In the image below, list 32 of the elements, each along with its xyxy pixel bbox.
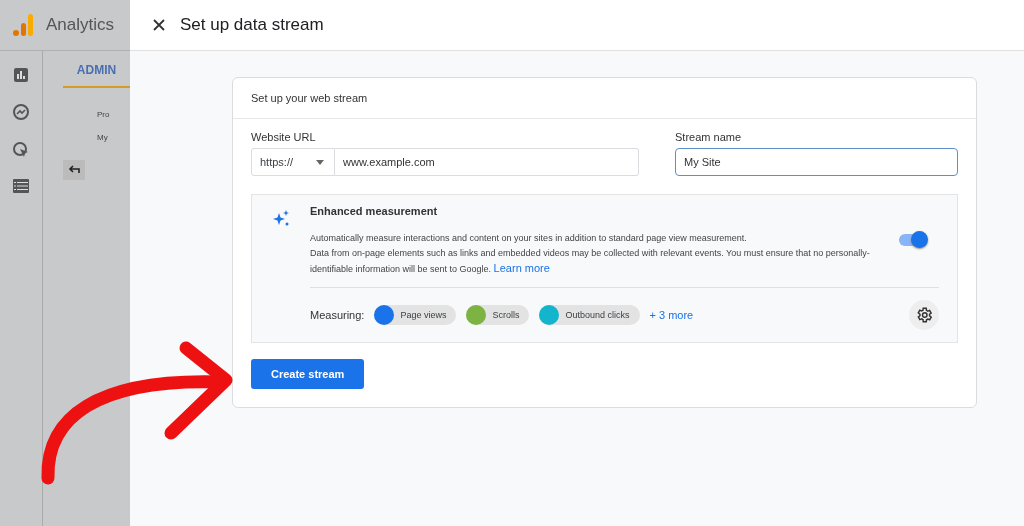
protocol-dropdown[interactable]: https:// xyxy=(251,148,335,176)
property-label: Pro xyxy=(97,110,111,119)
panel-title: Set up data stream xyxy=(180,15,324,35)
bar-chart-logo-icon xyxy=(12,13,34,37)
url-input-field[interactable]: www.example.com xyxy=(335,148,639,176)
field-label: Website URL xyxy=(251,131,317,143)
measuring-label: Measuring: xyxy=(310,309,365,321)
measure-chip: Page views xyxy=(374,305,457,325)
measure-chip: Outbound clicks xyxy=(539,305,640,325)
section-title: Enhanced measurement xyxy=(310,205,439,217)
toggle-switch[interactable] xyxy=(899,234,925,246)
dropdown-caret-icon xyxy=(316,159,324,165)
create-stream-button[interactable]: Create stream xyxy=(251,359,365,389)
stream-name-field[interactable]: My Site xyxy=(675,148,958,176)
sparkle-icon xyxy=(272,209,290,227)
app-name: Analytics xyxy=(46,15,115,35)
card-heading: Set up your web stream xyxy=(233,78,976,119)
property-label: My xyxy=(97,133,109,142)
cursor-target-icon[interactable] xyxy=(12,141,30,159)
measure-chip: Scrolls xyxy=(466,305,530,325)
back-arrow-icon xyxy=(68,165,80,175)
list-icon[interactable] xyxy=(13,179,29,193)
reports-icon[interactable] xyxy=(13,67,29,83)
explore-icon[interactable] xyxy=(12,103,30,121)
settings-button[interactable] xyxy=(909,300,939,330)
more-link[interactable]: + 3 more xyxy=(649,309,694,321)
learn-more-link[interactable]: Learn more xyxy=(493,262,550,274)
field-label: Stream name xyxy=(675,131,743,143)
description-text: Data from on-page elements such as links and embedded videos may be collected with relevant events. You must ensure that no personally-identifiable information will be sent to Google. Learn more xyxy=(310,247,871,276)
settings-icon xyxy=(915,306,933,324)
back-button[interactable] xyxy=(63,160,85,180)
description-text: Automatically measure interactions and content on your sites in addition to standard page view measurement. xyxy=(310,232,748,245)
